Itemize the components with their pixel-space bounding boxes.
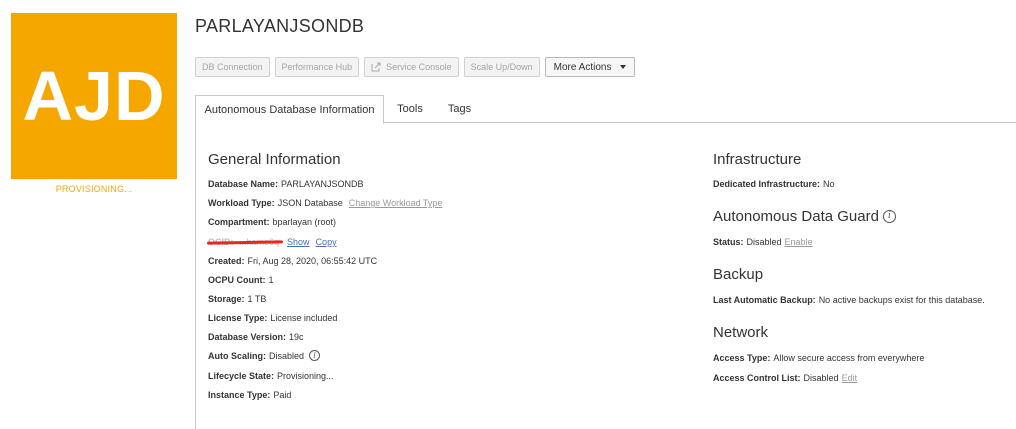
access-type-value: Allow secure access from everywhere bbox=[773, 353, 925, 363]
auto-scaling-row: Auto Scaling: Disabled i bbox=[208, 350, 321, 361]
page-title: PARLAYANJSONDB bbox=[195, 16, 365, 36]
change-workload-type-link[interactable]: Change Workload Type bbox=[349, 198, 443, 208]
data-guard-status-row: Status: Disabled Enable bbox=[713, 237, 813, 247]
ocid-copy-link[interactable]: Copy bbox=[316, 237, 337, 247]
dedicated-infrastructure-value: No bbox=[823, 179, 835, 189]
lifecycle-state-label: Lifecycle State: bbox=[208, 371, 275, 381]
access-control-list-row: Access Control List: Disabled Edit bbox=[713, 373, 857, 383]
caret-down-icon bbox=[620, 65, 627, 69]
dedicated-infrastructure-row: Dedicated Infrastructure: No bbox=[713, 179, 835, 189]
autonomous-data-guard-heading: Autonomous Data Guard bbox=[713, 208, 879, 225]
ajd-logo: AJD bbox=[11, 13, 177, 179]
ocpu-count-value: 1 bbox=[268, 275, 274, 285]
data-guard-heading-row: Autonomous Data Guard i bbox=[713, 208, 896, 225]
tab-label: Autonomous Database Information bbox=[204, 103, 375, 116]
compartment-row: Compartment: bparlayan (root) bbox=[208, 217, 336, 227]
database-version-label: Database Version: bbox=[208, 332, 287, 342]
ocid-row: OCID: ...hame6q Show Copy bbox=[206, 237, 337, 247]
compartment-label: Compartment: bbox=[208, 217, 270, 227]
tab-tags[interactable]: Tags bbox=[447, 95, 472, 123]
access-type-row: Access Type: Allow secure access from ev… bbox=[713, 353, 924, 363]
more-actions-label: More Actions bbox=[553, 61, 612, 73]
ocpu-count-row: OCPU Count: 1 bbox=[208, 275, 274, 285]
created-label: Created: bbox=[208, 256, 245, 266]
network-heading: Network bbox=[713, 324, 769, 341]
general-information-heading: General Information bbox=[208, 151, 341, 168]
database-version-row: Database Version: 19c bbox=[208, 332, 304, 342]
tab-label: Tools bbox=[397, 103, 423, 115]
scale-up-down-label: Scale Up/Down bbox=[470, 62, 533, 72]
panel-left-border bbox=[195, 123, 196, 429]
created-row: Created: Fri, Aug 28, 2020, 06:55:42 UTC bbox=[208, 256, 377, 266]
lifecycle-state-value: Provisioning... bbox=[277, 371, 334, 381]
performance-hub-button[interactable]: Performance Hub bbox=[274, 57, 360, 77]
storage-label: Storage: bbox=[208, 294, 245, 304]
ocid-show-link[interactable]: Show bbox=[287, 237, 310, 247]
last-backup-row: Last Automatic Backup: No active backups… bbox=[713, 295, 985, 305]
enable-data-guard-link[interactable]: Enable bbox=[785, 237, 813, 247]
backup-heading: Backup bbox=[713, 266, 764, 283]
database-name-label: Database Name: bbox=[208, 179, 279, 189]
info-icon[interactable]: i bbox=[309, 350, 321, 361]
compartment-value: bparlayan (root) bbox=[272, 217, 337, 227]
workload-type-label: Workload Type: bbox=[208, 198, 275, 208]
workload-type-row: Workload Type: JSON Database Change Work… bbox=[208, 198, 442, 208]
instance-type-value: Paid bbox=[273, 390, 292, 400]
storage-row: Storage: 1 TB bbox=[208, 294, 266, 304]
ocid-redacted: OCID: ...hame6q bbox=[206, 237, 284, 247]
auto-scaling-label: Auto Scaling: bbox=[208, 350, 266, 361]
lifecycle-state-row: Lifecycle State: Provisioning... bbox=[208, 371, 334, 381]
tab-bar: Autonomous Database Information Tools Ta… bbox=[195, 95, 1016, 124]
license-type-label: License Type: bbox=[208, 313, 268, 323]
access-type-label: Access Type: bbox=[713, 353, 771, 363]
lifecycle-status-label: PROVISIONING... bbox=[55, 184, 133, 194]
access-control-list-value: Disabled bbox=[803, 373, 839, 383]
license-type-value: License included bbox=[270, 313, 338, 323]
external-link-icon bbox=[371, 62, 381, 72]
workload-type-value: JSON Database bbox=[277, 198, 343, 208]
action-toolbar: DB Connection Performance Hub Service Co… bbox=[195, 57, 636, 77]
database-name-row: Database Name: PARLAYANJSONDB bbox=[208, 179, 364, 189]
service-console-label: Service Console bbox=[386, 62, 452, 72]
edit-acl-link[interactable]: Edit bbox=[842, 373, 858, 383]
data-guard-status-value: Disabled bbox=[746, 237, 782, 247]
storage-value: 1 TB bbox=[247, 294, 267, 304]
created-value: Fri, Aug 28, 2020, 06:55:42 UTC bbox=[247, 256, 378, 266]
database-name-value: PARLAYANJSONDB bbox=[281, 179, 364, 189]
info-icon[interactable]: i bbox=[882, 210, 896, 223]
access-control-list-label: Access Control List: bbox=[713, 373, 801, 383]
service-console-button[interactable]: Service Console bbox=[364, 57, 459, 77]
ocpu-count-label: OCPU Count: bbox=[208, 275, 266, 285]
db-connection-label: DB Connection bbox=[202, 62, 263, 72]
more-actions-dropdown[interactable]: More Actions bbox=[544, 57, 636, 77]
database-version-value: 19c bbox=[289, 332, 304, 342]
auto-scaling-value: Disabled bbox=[269, 350, 305, 361]
scale-up-down-button[interactable]: Scale Up/Down bbox=[463, 57, 540, 77]
tab-label: Tags bbox=[447, 103, 472, 115]
infrastructure-heading: Infrastructure bbox=[713, 151, 802, 168]
instance-type-row: Instance Type: Paid bbox=[208, 390, 291, 400]
badge-text: AJD bbox=[22, 57, 166, 135]
data-guard-status-label: Status: bbox=[713, 237, 744, 247]
database-badge: AJD PROVISIONING... bbox=[11, 13, 177, 194]
license-type-row: License Type: License included bbox=[208, 313, 337, 323]
tab-autonomous-database-information[interactable]: Autonomous Database Information bbox=[195, 95, 384, 124]
last-backup-label: Last Automatic Backup: bbox=[713, 295, 816, 305]
last-backup-value: No active backups exist for this databas… bbox=[818, 295, 985, 305]
performance-hub-label: Performance Hub bbox=[281, 62, 353, 72]
tab-tools[interactable]: Tools bbox=[396, 95, 424, 123]
dedicated-infrastructure-label: Dedicated Infrastructure: bbox=[713, 179, 821, 189]
db-connection-button[interactable]: DB Connection bbox=[195, 57, 270, 77]
instance-type-label: Instance Type: bbox=[208, 390, 271, 400]
main-content: PARLAYANJSONDB DB Connection Performance… bbox=[195, 0, 1016, 429]
